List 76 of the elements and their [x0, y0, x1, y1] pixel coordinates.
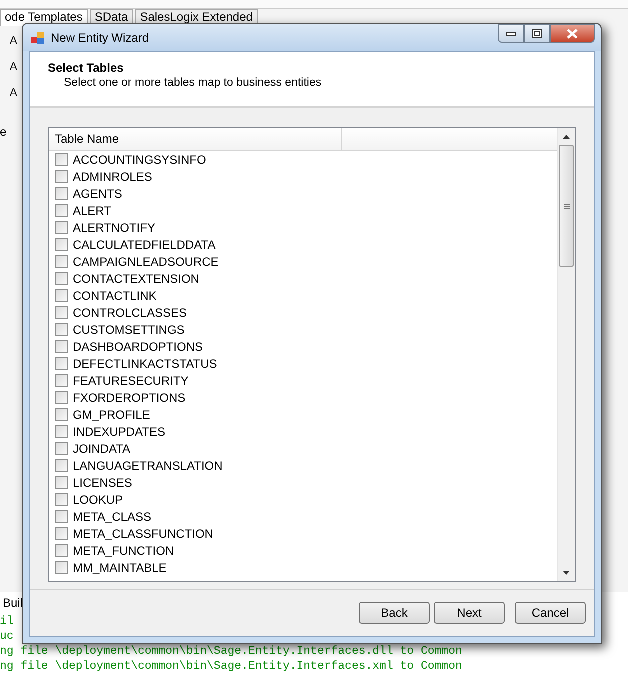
- checkbox[interactable]: [55, 408, 68, 421]
- field-label: A: [10, 87, 18, 99]
- table-name[interactable]: CAMPAIGNLEADSOURCE: [73, 254, 219, 268]
- checkbox[interactable]: [55, 459, 68, 472]
- table-name[interactable]: CALCULATEDFIELDDATA: [73, 238, 216, 252]
- table-name[interactable]: LANGUAGETRANSLATION: [73, 458, 223, 472]
- checkbox[interactable]: [55, 238, 68, 251]
- checkbox[interactable]: [55, 323, 68, 336]
- table-name[interactable]: LOOKUP: [73, 492, 124, 506]
- table-name[interactable]: JOINDATA: [73, 442, 131, 456]
- table-name[interactable]: META_FUNCTION: [73, 544, 174, 558]
- checkbox[interactable]: [55, 204, 68, 217]
- output-line: uc: [0, 629, 14, 644]
- checkbox[interactable]: [55, 476, 68, 489]
- checkbox[interactable]: [55, 272, 68, 285]
- checkbox[interactable]: [55, 340, 68, 353]
- table-name[interactable]: LICENSES: [73, 476, 132, 490]
- header-subtitle: Select one or more tables map to business entities: [63, 77, 323, 89]
- table-name[interactable]: ALERT: [73, 204, 112, 218]
- scrollbar[interactable]: [557, 128, 575, 581]
- output-line: il: [0, 614, 14, 629]
- table-name[interactable]: CUSTOMSETTINGS: [73, 322, 185, 336]
- checkbox[interactable]: [55, 527, 68, 540]
- table-name[interactable]: MM_MAINTABLE: [73, 560, 167, 574]
- checkbox[interactable]: [55, 255, 68, 268]
- checkbox[interactable]: [55, 306, 68, 319]
- table-name[interactable]: AGENTS: [73, 186, 122, 200]
- header-title: Select Tables: [48, 61, 125, 75]
- table-name[interactable]: ALERTNOTIFY: [73, 220, 156, 234]
- table-name[interactable]: ACCOUNTINGSYSINFO: [73, 152, 206, 166]
- maximize-button[interactable]: [524, 24, 550, 43]
- scroll-down-icon[interactable]: [563, 570, 570, 574]
- field-label: A: [10, 35, 18, 47]
- maximize-icon: [532, 29, 542, 38]
- scroll-up-icon[interactable]: [563, 134, 570, 138]
- checkbox[interactable]: [55, 425, 68, 438]
- checkbox[interactable]: [55, 221, 68, 234]
- table-name[interactable]: DEFECTLINKACTSTATUS: [73, 356, 218, 370]
- wizard-button[interactable]: Cancel: [515, 602, 586, 624]
- output-line: ng file \deployment\common\bin\Sage.Entity.Interfaces.dll to Common: [0, 644, 462, 659]
- wizard-button[interactable]: Next: [434, 602, 505, 624]
- grip-icon: [564, 204, 570, 208]
- tab[interactable]: Buil: [0, 592, 24, 614]
- app-icon: [31, 30, 45, 44]
- column-header: e: [0, 125, 8, 139]
- checkbox[interactable]: [55, 493, 68, 506]
- checkbox[interactable]: [55, 544, 68, 557]
- checkbox[interactable]: [55, 153, 68, 166]
- close-button[interactable]: [550, 24, 595, 43]
- minimize-button[interactable]: [498, 24, 524, 43]
- output-line: ng file \deployment\common\bin\Sage.Entity.Interfaces.xml to Common: [0, 659, 462, 674]
- checkbox[interactable]: [55, 391, 68, 404]
- table-name[interactable]: META_CLASSFUNCTION: [73, 526, 214, 540]
- minimize-icon: [506, 32, 516, 36]
- window-title: New Entity Wizard: [51, 30, 150, 44]
- table-name[interactable]: INDEXUPDATES: [73, 424, 166, 438]
- checkbox[interactable]: [55, 357, 68, 370]
- wizard-button[interactable]: Back: [359, 602, 430, 624]
- table-name[interactable]: ADMINROLES: [73, 170, 152, 184]
- checkbox[interactable]: [55, 187, 68, 200]
- checkbox[interactable]: [55, 289, 68, 302]
- close-icon: [567, 28, 578, 38]
- table-name[interactable]: CONTACTEXTENSION: [73, 272, 200, 286]
- table-name[interactable]: GM_PROFILE: [73, 408, 150, 422]
- table-name[interactable]: FXORDEROPTIONS: [73, 390, 186, 404]
- checkbox[interactable]: [55, 170, 68, 183]
- field-label: A: [10, 61, 18, 73]
- table-name[interactable]: DASHBOARDOPTIONS: [73, 340, 204, 354]
- table-name[interactable]: CONTROLCLASSES: [73, 306, 188, 320]
- checkbox[interactable]: [55, 510, 68, 523]
- table-name[interactable]: FEATURESECURITY: [73, 374, 189, 388]
- table-name[interactable]: META_CLASS: [73, 510, 152, 524]
- checkbox[interactable]: [55, 442, 68, 455]
- checkbox[interactable]: [55, 561, 68, 574]
- table-name[interactable]: CONTACTLINK: [73, 288, 157, 302]
- checkbox[interactable]: [55, 374, 68, 387]
